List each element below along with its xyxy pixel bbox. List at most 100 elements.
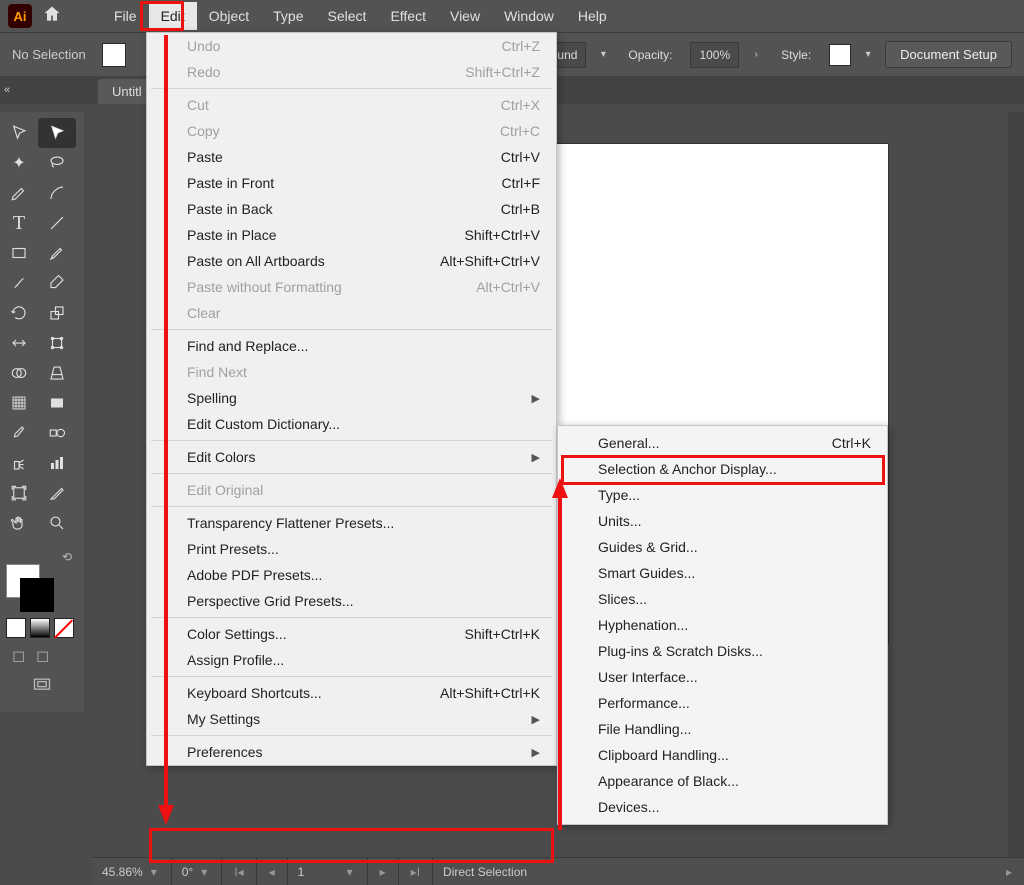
menu-item-assign-profile[interactable]: Assign Profile... — [147, 647, 556, 673]
artboard-tool[interactable] — [0, 478, 38, 508]
menu-file[interactable]: File — [102, 2, 149, 30]
swap-colors-icon[interactable]: ⟲ — [6, 550, 78, 564]
menu-item-paste-in-place[interactable]: Paste in PlaceShift+Ctrl+V — [147, 222, 556, 248]
draw-mode-normal[interactable]: ◻ — [12, 646, 30, 664]
menu-item-edit-colors[interactable]: Edit Colors▶ — [147, 444, 556, 470]
submenu-item-plug-ins-scratch-disks[interactable]: Plug-ins & Scratch Disks... — [558, 638, 887, 664]
menu-item-preferences[interactable]: Preferences▶ — [147, 739, 556, 765]
symbol-sprayer-tool[interactable] — [0, 448, 38, 478]
menu-select[interactable]: Select — [316, 2, 379, 30]
submenu-item-appearance-of-black[interactable]: Appearance of Black... — [558, 768, 887, 794]
selection-tool[interactable] — [0, 118, 38, 148]
artboard-next[interactable]: ▸ — [368, 858, 399, 885]
menu-view[interactable]: View — [438, 2, 492, 30]
submenu-item-guides-grid[interactable]: Guides & Grid... — [558, 534, 887, 560]
direct-selection-tool[interactable] — [38, 118, 76, 148]
submenu-item-selection-anchor-display[interactable]: Selection & Anchor Display... — [558, 456, 887, 482]
document-setup-button[interactable]: Document Setup — [885, 41, 1012, 68]
fill-swatch[interactable] — [102, 43, 126, 67]
submenu-item-slices[interactable]: Slices... — [558, 586, 887, 612]
perspective-tool[interactable] — [38, 358, 76, 388]
submenu-item-units[interactable]: Units... — [558, 508, 887, 534]
menu-window[interactable]: Window — [492, 2, 566, 30]
curvature-tool[interactable] — [38, 178, 76, 208]
slice-tool[interactable] — [38, 478, 76, 508]
shaper-tool[interactable] — [0, 268, 38, 298]
menu-item-color-settings[interactable]: Color Settings...Shift+Ctrl+K — [147, 621, 556, 647]
menu-item-paste-in-front[interactable]: Paste in FrontCtrl+F — [147, 170, 556, 196]
graph-tool[interactable] — [38, 448, 76, 478]
magic-wand-tool[interactable]: ✦ — [0, 148, 38, 178]
zoom-level[interactable]: 45.86%▾ — [92, 858, 172, 885]
artboard-number[interactable]: 1▾ — [288, 858, 368, 885]
type-tool[interactable]: T — [0, 208, 38, 238]
menu-item-perspective-grid-presets[interactable]: Perspective Grid Presets... — [147, 588, 556, 614]
menu-item-find-and-replace[interactable]: Find and Replace... — [147, 333, 556, 359]
scroll-right-icon[interactable]: ▸ — [994, 858, 1024, 885]
style-swatch[interactable] — [829, 44, 851, 66]
menu-effect[interactable]: Effect — [378, 2, 438, 30]
scale-tool[interactable] — [38, 298, 76, 328]
draw-mode-behind[interactable]: ◻ — [36, 646, 54, 664]
menu-item-spelling[interactable]: Spelling▶ — [147, 385, 556, 411]
app-logo[interactable]: Ai — [8, 4, 32, 28]
submenu-item-hyphenation[interactable]: Hyphenation... — [558, 612, 887, 638]
menu-item-keyboard-shortcuts[interactable]: Keyboard Shortcuts...Alt+Shift+Ctrl+K — [147, 680, 556, 706]
paintbrush-tool[interactable] — [38, 238, 76, 268]
line-tool[interactable] — [38, 208, 76, 238]
menu-item-adobe-pdf-presets[interactable]: Adobe PDF Presets... — [147, 562, 556, 588]
rotation[interactable]: 0°▾ — [172, 858, 223, 885]
menu-item-edit-custom-dictionary[interactable]: Edit Custom Dictionary... — [147, 411, 556, 437]
menu-type[interactable]: Type — [261, 2, 315, 30]
artboard-last[interactable]: ▸I — [399, 858, 433, 885]
menu-item-my-settings[interactable]: My Settings▶ — [147, 706, 556, 732]
color-mode-none[interactable] — [54, 618, 74, 638]
menu-object[interactable]: Object — [197, 2, 261, 30]
menu-edit[interactable]: Edit — [149, 2, 197, 30]
eyedropper-tool[interactable] — [0, 418, 38, 448]
menu-item-edit-original: Edit Original — [147, 477, 556, 503]
menu-item-transparency-flattener-presets[interactable]: Transparency Flattener Presets... — [147, 510, 556, 536]
panel-collapse-icon[interactable]: « — [4, 84, 10, 96]
color-mode-gradient[interactable] — [30, 618, 50, 638]
rectangle-tool[interactable] — [0, 238, 38, 268]
home-icon[interactable] — [42, 4, 62, 29]
color-mode-solid[interactable] — [6, 618, 26, 638]
free-transform-tool[interactable] — [38, 328, 76, 358]
submenu-item-smart-guides[interactable]: Smart Guides... — [558, 560, 887, 586]
width-tool[interactable] — [0, 328, 38, 358]
rotate-tool[interactable] — [0, 298, 38, 328]
artboard-first[interactable]: I◂ — [222, 858, 256, 885]
screen-mode-icon[interactable] — [27, 674, 57, 696]
hand-tool[interactable] — [0, 508, 38, 538]
artboard-prev[interactable]: ◂ — [257, 858, 288, 885]
chevron-right-icon[interactable]: › — [749, 42, 763, 68]
zoom-tool[interactable] — [38, 508, 76, 538]
submenu-item-clipboard-handling[interactable]: Clipboard Handling... — [558, 742, 887, 768]
submenu-item-devices[interactable]: Devices... — [558, 794, 887, 820]
submenu-item-type[interactable]: Type... — [558, 482, 887, 508]
submenu-item-file-handling[interactable]: File Handling... — [558, 716, 887, 742]
eraser-tool[interactable] — [38, 268, 76, 298]
stroke-color[interactable] — [20, 578, 54, 612]
menu-item-paste[interactable]: PasteCtrl+V — [147, 144, 556, 170]
mesh-tool[interactable] — [0, 388, 38, 418]
opacity-value[interactable]: 100% — [690, 42, 739, 68]
color-area: ⟲ ◻ ◻ — [0, 544, 84, 712]
submenu-item-general[interactable]: General...Ctrl+K — [558, 430, 887, 456]
chevron-down-icon[interactable]: ▾ — [861, 42, 875, 68]
pen-tool[interactable] — [0, 178, 38, 208]
chevron-down-icon[interactable]: ▾ — [596, 42, 610, 68]
submenu-item-user-interface[interactable]: User Interface... — [558, 664, 887, 690]
menu-item-paste-in-back[interactable]: Paste in BackCtrl+B — [147, 196, 556, 222]
lasso-tool[interactable] — [38, 148, 76, 178]
menu-item-paste-on-all-artboards[interactable]: Paste on All ArtboardsAlt+Shift+Ctrl+V — [147, 248, 556, 274]
menu-item-clear: Clear — [147, 300, 556, 326]
scrollbar-vertical[interactable] — [1008, 112, 1024, 857]
shape-builder-tool[interactable] — [0, 358, 38, 388]
submenu-item-performance[interactable]: Performance... — [558, 690, 887, 716]
menu-help[interactable]: Help — [566, 2, 619, 30]
menu-item-print-presets[interactable]: Print Presets... — [147, 536, 556, 562]
gradient-tool[interactable] — [38, 388, 76, 418]
blend-tool[interactable] — [38, 418, 76, 448]
